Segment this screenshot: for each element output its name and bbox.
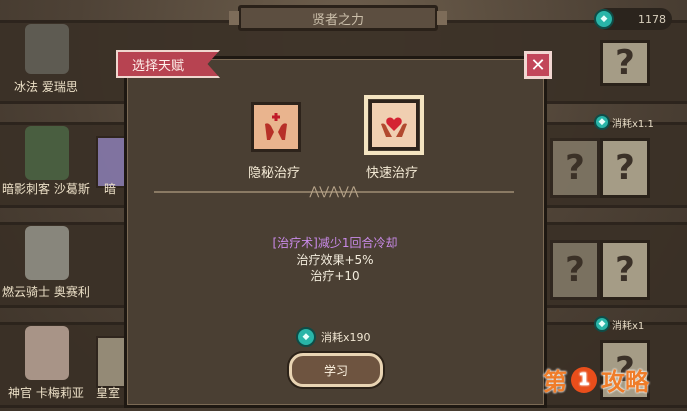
cost-label: 消耗x190 xyxy=(321,331,371,344)
hero-portrait xyxy=(25,24,69,74)
locked-talent-box: ? xyxy=(550,138,600,198)
hero-portrait xyxy=(25,226,69,280)
row-cost: ◆ 消耗x1.1 xyxy=(594,114,654,130)
hands-heal-icon xyxy=(265,113,287,140)
learn-label: 学习 xyxy=(323,363,348,378)
coin-icon: ◆ xyxy=(594,9,614,29)
talent-description-line1: [治疗术]减少1回合冷却 xyxy=(190,234,480,251)
desc-highlight: 减少1回合冷却 xyxy=(317,236,398,250)
hands-heart-icon xyxy=(381,117,407,137)
close-icon: ✕ xyxy=(530,54,546,76)
currency-value: 1178 xyxy=(638,12,666,26)
locked-talent-box: ? xyxy=(600,40,650,86)
page-title-bar: 贤者之力 xyxy=(229,5,447,31)
modal-title-ribbon: 选择天赋 xyxy=(116,50,220,78)
divider-ornament: ⋀⋁⋀⋁⋀ xyxy=(309,184,359,198)
watermark-suffix: 攻略 xyxy=(601,368,649,396)
coin-icon: ◆ xyxy=(296,327,316,347)
row-cost-label: 消耗x1.1 xyxy=(612,118,654,130)
coin-icon: ◆ xyxy=(594,114,610,130)
hero-name: 燃云骑士 奥赛利 xyxy=(2,285,90,299)
hero-name: 神官 卡梅莉亚 xyxy=(8,386,84,400)
talent-name: 快速治疗 xyxy=(366,166,419,181)
talent-description-line2: 治疗效果+5% xyxy=(296,253,374,267)
learn-button[interactable]: 学习 xyxy=(289,353,383,387)
row-cost: ◆ 消耗x1 xyxy=(594,316,644,332)
watermark-number: 1 xyxy=(571,366,597,393)
watermark-prefix: 第 xyxy=(543,368,567,396)
talent-description-line3: 治疗+10 xyxy=(310,269,360,283)
page-title: 贤者之力 xyxy=(311,12,364,28)
locked-talent-box: ? xyxy=(600,138,650,198)
desc-skill-tag: [治疗术] xyxy=(272,236,318,250)
hero-portrait xyxy=(25,126,69,180)
locked-talent-box: ? xyxy=(550,240,600,300)
currency-display: ◆ 1178 xyxy=(594,8,672,30)
row-cost-label: 消耗x1 xyxy=(612,320,645,332)
close-button[interactable]: ✕ xyxy=(524,51,552,79)
hero-name: 暗影刺客 沙葛斯 xyxy=(2,182,90,196)
locked-talent-box: ? xyxy=(600,240,650,300)
watermark-logo: 第 1 攻略 xyxy=(543,362,649,397)
talent-option-quick-heal[interactable] xyxy=(369,100,419,150)
coin-icon: ◆ xyxy=(594,316,610,332)
learn-cost: ◆ 消耗x190 xyxy=(296,327,371,347)
hero-portrait xyxy=(25,326,69,380)
talent-name: 隐秘治疗 xyxy=(248,166,301,181)
talent-option-hidden-heal[interactable] xyxy=(251,102,301,152)
hero-name: 冰法 爱瑞思 xyxy=(14,80,78,94)
hero-name-cut: 皇室 xyxy=(96,386,121,400)
modal-title: 选择天赋 xyxy=(132,58,185,74)
hero-name-cut: 暗 xyxy=(104,182,117,196)
